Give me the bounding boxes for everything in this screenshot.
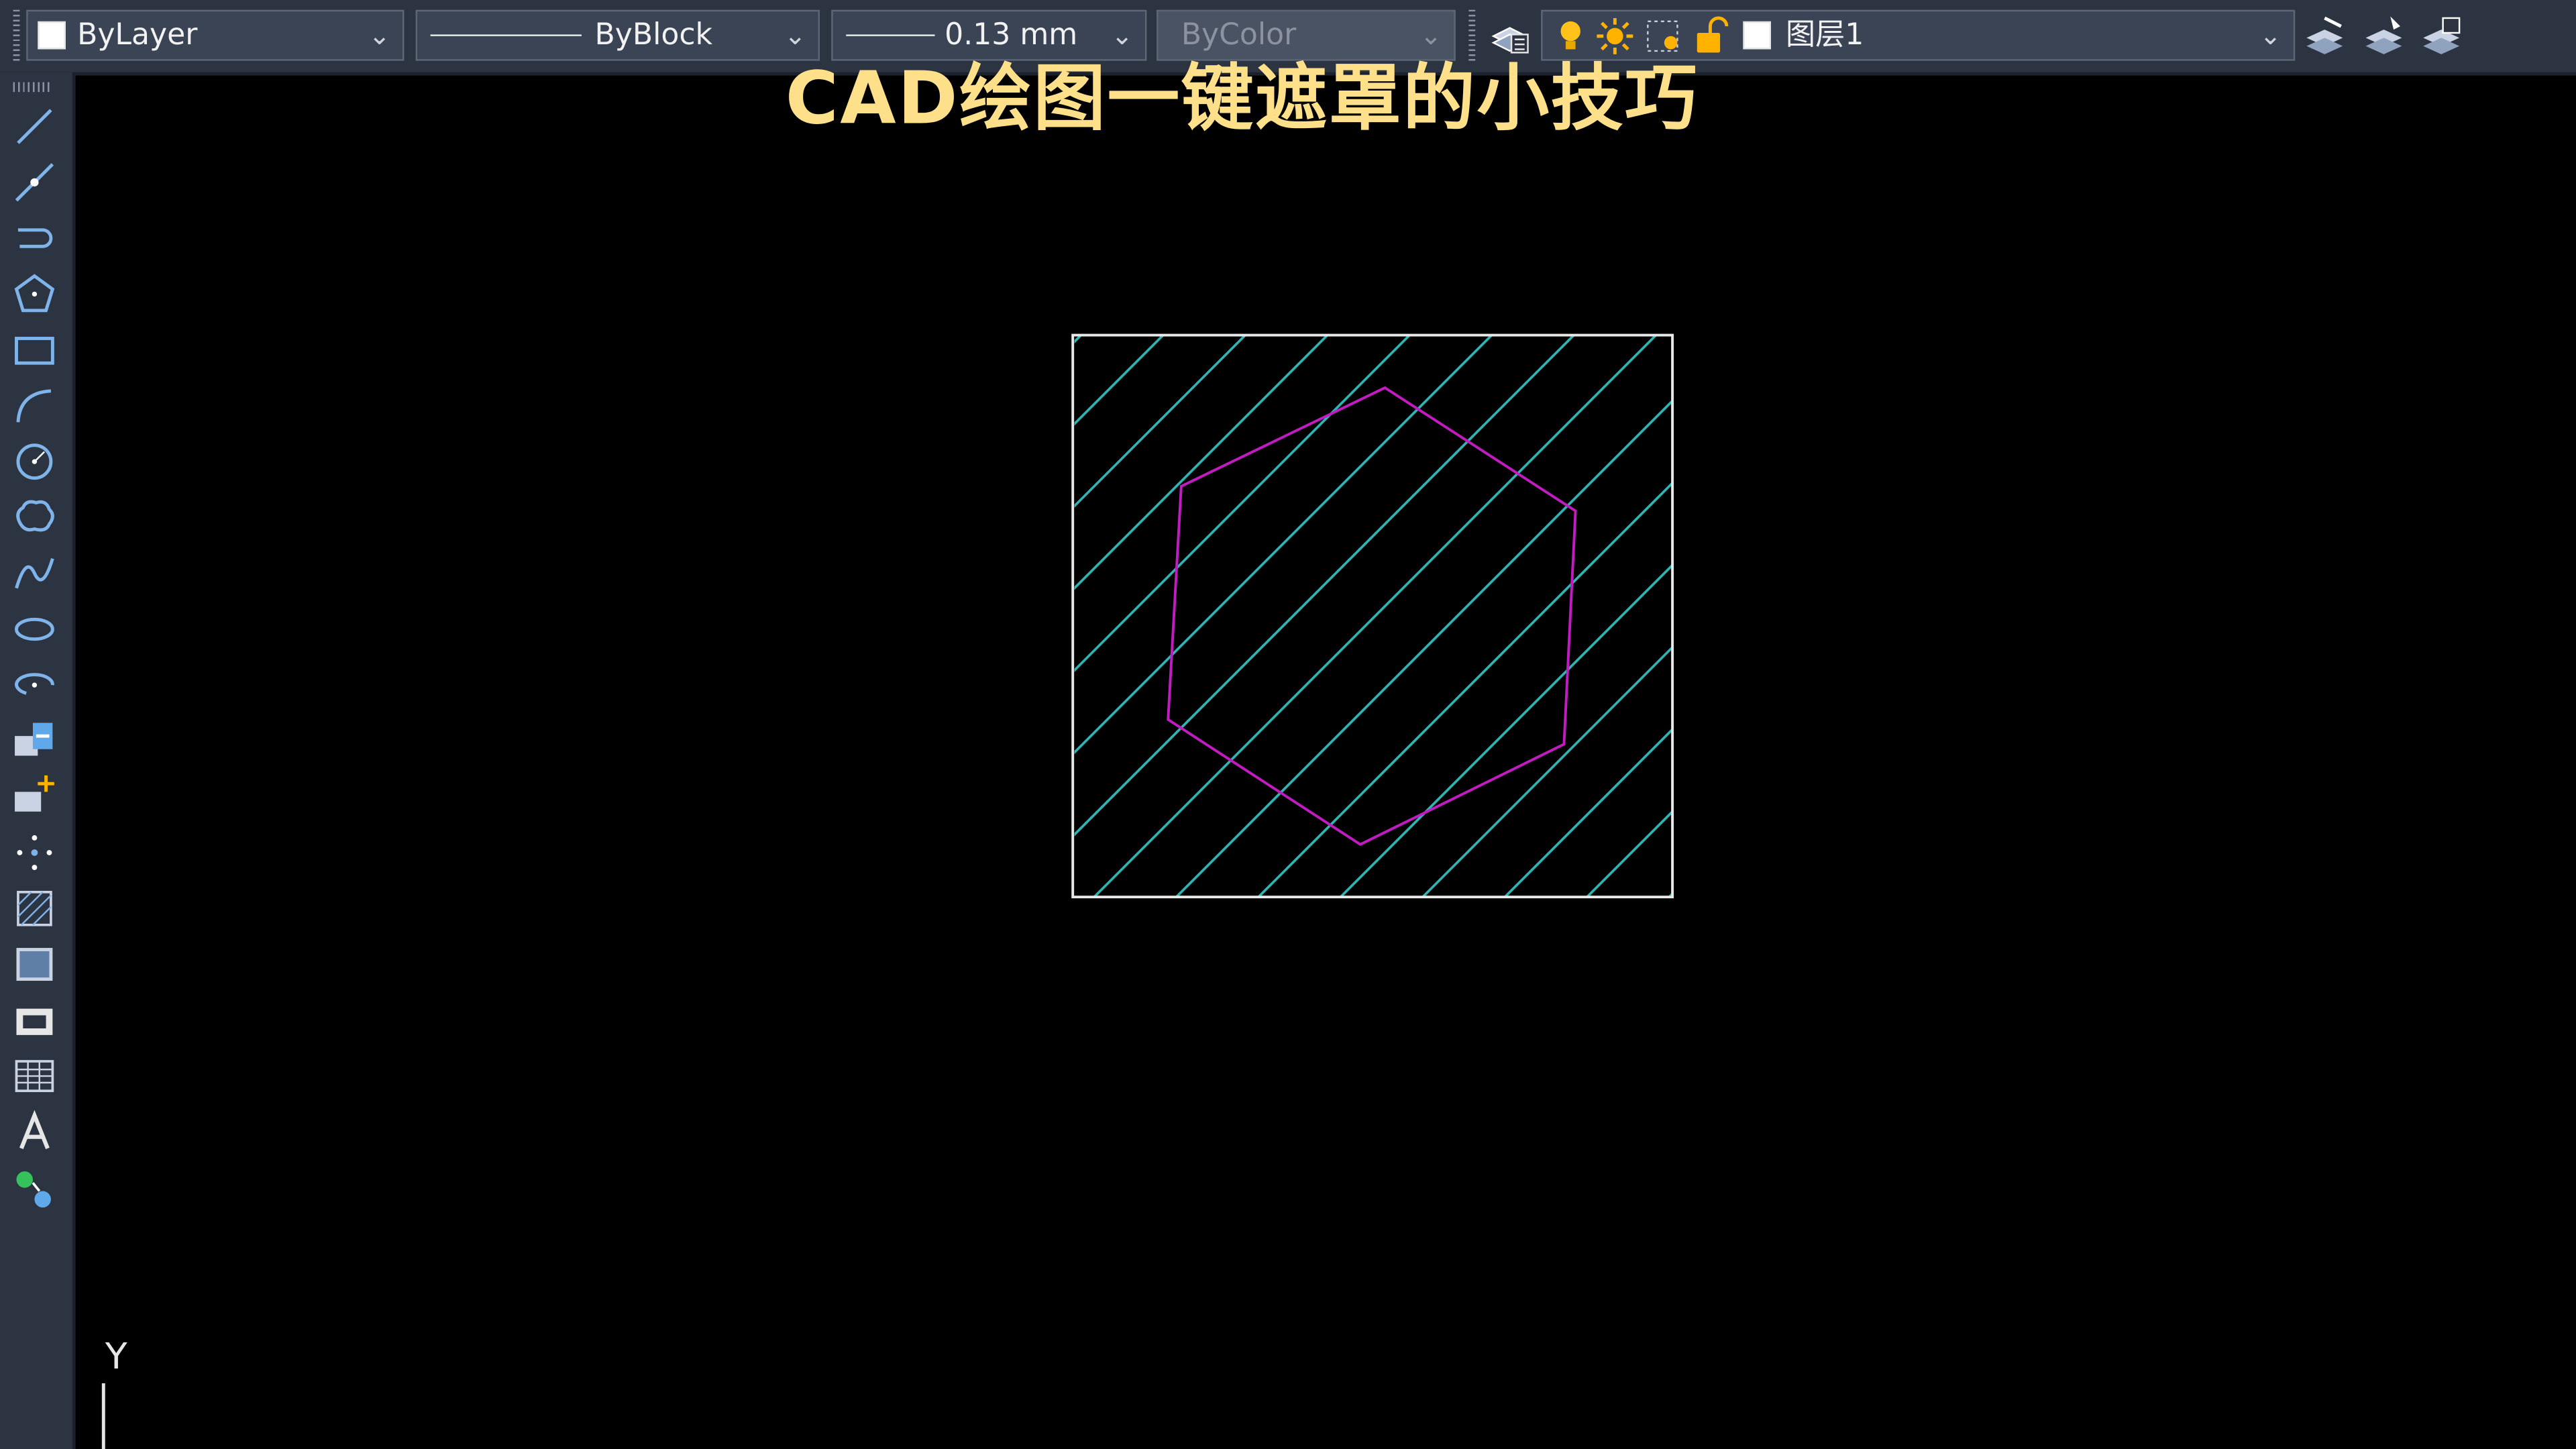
polyline-icon[interactable] <box>10 213 59 262</box>
draw-toolbar <box>0 72 76 1449</box>
insert-block-icon[interactable] <box>10 716 59 765</box>
hatch-line <box>1503 727 1673 898</box>
spline-icon[interactable] <box>10 549 59 598</box>
hatch-line <box>1092 335 1658 898</box>
revision-cloud-icon[interactable] <box>10 493 59 542</box>
hatch-line <box>1074 335 1411 672</box>
table-icon[interactable] <box>10 1051 59 1100</box>
hatch-line <box>1585 810 1673 898</box>
hatch-icon[interactable] <box>10 884 59 933</box>
drawing-svg <box>1071 240 2409 996</box>
ucs-icon-axis <box>101 1383 105 1449</box>
polygon-icon[interactable] <box>10 270 59 319</box>
region-icon[interactable] <box>10 940 59 989</box>
construction-line-icon[interactable] <box>10 158 59 207</box>
hatch-line <box>1074 335 1165 426</box>
make-block-icon[interactable] <box>10 772 59 821</box>
hatch-line <box>1256 481 1673 898</box>
arc-icon[interactable] <box>10 381 59 430</box>
rectangle-icon[interactable] <box>10 325 59 374</box>
ellipse-arc-icon[interactable] <box>10 660 59 709</box>
hatch-line <box>1074 335 1247 508</box>
drawing-title-text[interactable]: CAD绘图一键遮罩的小技巧 <box>0 40 2524 145</box>
wipeout-icon[interactable] <box>10 996 59 1044</box>
hatch-line <box>1653 240 2409 996</box>
hatch-line <box>1174 398 1673 898</box>
ucs-y-axis-label: Y <box>105 1337 127 1379</box>
hatch-line <box>1074 335 1494 755</box>
linetype-sample <box>430 34 582 36</box>
circle-icon[interactable] <box>10 437 59 486</box>
hatch-line <box>1421 645 1673 898</box>
ellipse-icon[interactable] <box>10 604 59 653</box>
cad-application: ByLayer ⌄ ByBlock ⌄ 0.13 mm ⌄ ByColor ⌄ <box>0 0 2576 1449</box>
hatch-pattern <box>1074 240 2409 996</box>
mtext-icon[interactable] <box>10 1108 59 1157</box>
lineweight-sample <box>846 34 935 36</box>
point-icon[interactable] <box>10 828 59 877</box>
drawing-canvas[interactable] <box>75 75 2576 1449</box>
hatch-line <box>1074 335 1083 343</box>
hatch-line <box>1074 335 1330 590</box>
hatch-line <box>1667 892 1673 898</box>
hatch-line <box>1338 563 1673 898</box>
hatch-line <box>1074 335 1576 837</box>
add-selected-icon[interactable] <box>10 1163 59 1212</box>
